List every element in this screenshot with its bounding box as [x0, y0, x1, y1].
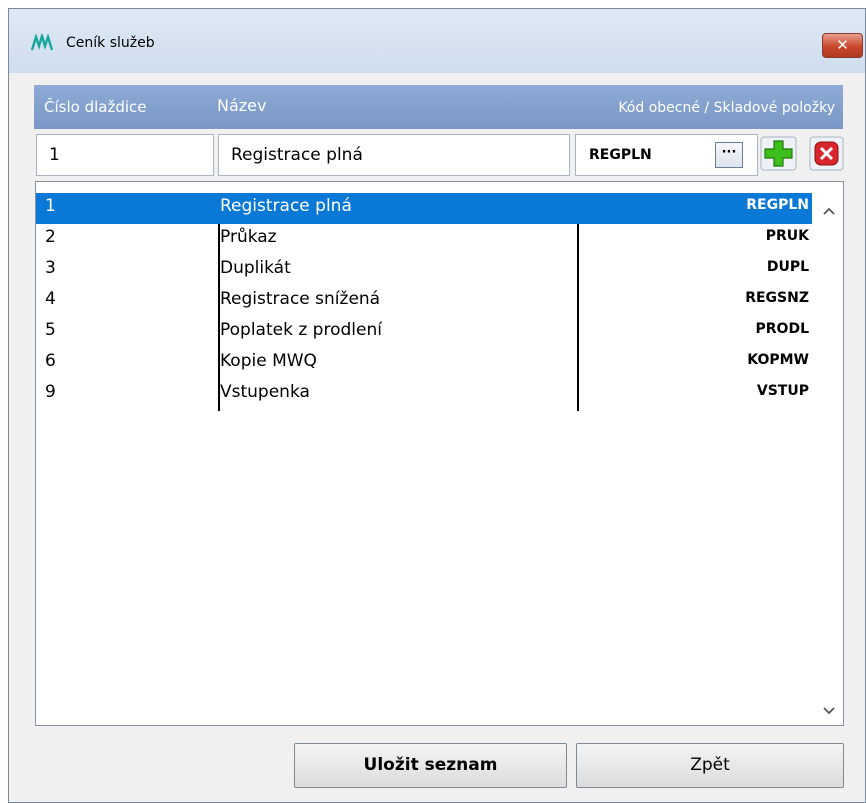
header-code: Kód obecné / Skladové položky — [618, 100, 835, 116]
item-code: DUPL — [766, 259, 809, 275]
item-name: Registrace snížená — [220, 289, 381, 309]
dialog-window: Ceník služeb ✕ Číslo dlaždice Název Kód … — [8, 8, 866, 803]
item-number: 9 — [45, 382, 56, 402]
item-number: 5 — [45, 320, 56, 340]
header-name: Název — [217, 96, 267, 115]
header-number: Číslo dlaždice — [44, 98, 147, 116]
close-icon: ✕ — [836, 36, 849, 54]
back-button[interactable]: Zpět — [576, 743, 844, 788]
item-name: Vstupenka — [220, 382, 310, 402]
list-item[interactable]: 4 Registrace snížená REGSNZ — [36, 286, 812, 317]
name-input[interactable]: Registrace plná — [218, 134, 570, 176]
column-header-bar: Číslo dlaždice Název Kód obecné / Sklado… — [34, 85, 843, 129]
item-name: Průkaz — [220, 227, 277, 247]
item-code: KOPMW — [747, 352, 809, 368]
close-button[interactable]: ✕ — [822, 33, 863, 58]
item-code: REGSNZ — [745, 290, 809, 306]
chevron-down-icon[interactable] — [823, 704, 835, 719]
item-number: 6 — [45, 351, 56, 371]
plus-icon — [760, 136, 797, 171]
item-number: 2 — [45, 227, 56, 247]
list-item[interactable]: 1 Registrace plná REGPLN — [36, 193, 812, 224]
item-number: 4 — [45, 289, 56, 309]
item-name: Registrace plná — [220, 196, 352, 216]
list-item[interactable]: 9 Vstupenka VSTUP — [36, 379, 812, 410]
item-code: REGPLN — [746, 197, 809, 213]
item-code: VSTUP — [756, 383, 809, 399]
number-input[interactable]: 1 — [36, 134, 214, 176]
item-name: Poplatek z prodlení — [220, 320, 382, 340]
column-divider — [218, 224, 220, 411]
save-list-button[interactable]: Uložit seznam — [294, 743, 567, 788]
delete-icon — [809, 136, 844, 171]
services-list[interactable]: 1 Registrace plná REGPLN 2 Průkaz PRUK 3… — [35, 181, 844, 726]
list-item[interactable]: 3 Duplikát DUPL — [36, 255, 812, 286]
chevron-up-icon[interactable] — [823, 204, 835, 219]
item-code: PRODL — [755, 321, 809, 337]
app-logo-icon — [30, 31, 54, 52]
item-code: PRUK — [765, 228, 809, 244]
item-number: 3 — [45, 258, 56, 278]
list-item[interactable]: 2 Průkaz PRUK — [36, 224, 812, 255]
add-button[interactable] — [760, 136, 797, 171]
column-divider — [577, 224, 579, 411]
scrollbar[interactable] — [819, 224, 840, 699]
list-item[interactable]: 5 Poplatek z prodlení PRODL — [36, 317, 812, 348]
list-item[interactable]: 6 Kopie MWQ KOPMW — [36, 348, 812, 379]
item-name: Duplikát — [220, 258, 291, 278]
item-name: Kopie MWQ — [220, 351, 317, 371]
item-number: 1 — [45, 196, 56, 216]
browse-code-button[interactable]: ··· — [715, 142, 743, 168]
window-title: Ceník služeb — [66, 35, 155, 51]
title-bar: Ceník služeb ✕ — [9, 9, 865, 73]
delete-button[interactable] — [809, 136, 844, 171]
